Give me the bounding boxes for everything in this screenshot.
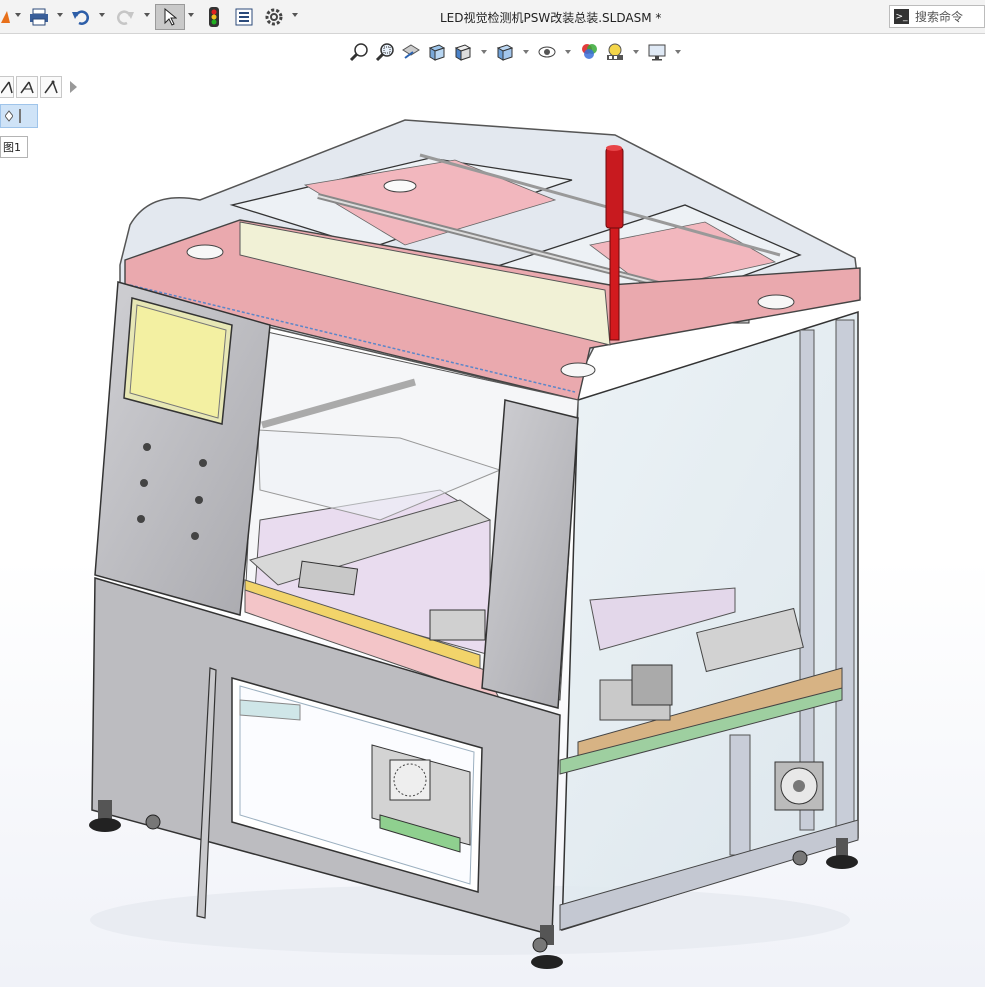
machine-assembly-model[interactable] [0,0,985,987]
front-left-panel [94,281,271,616]
right-side-frame [559,310,859,932]
